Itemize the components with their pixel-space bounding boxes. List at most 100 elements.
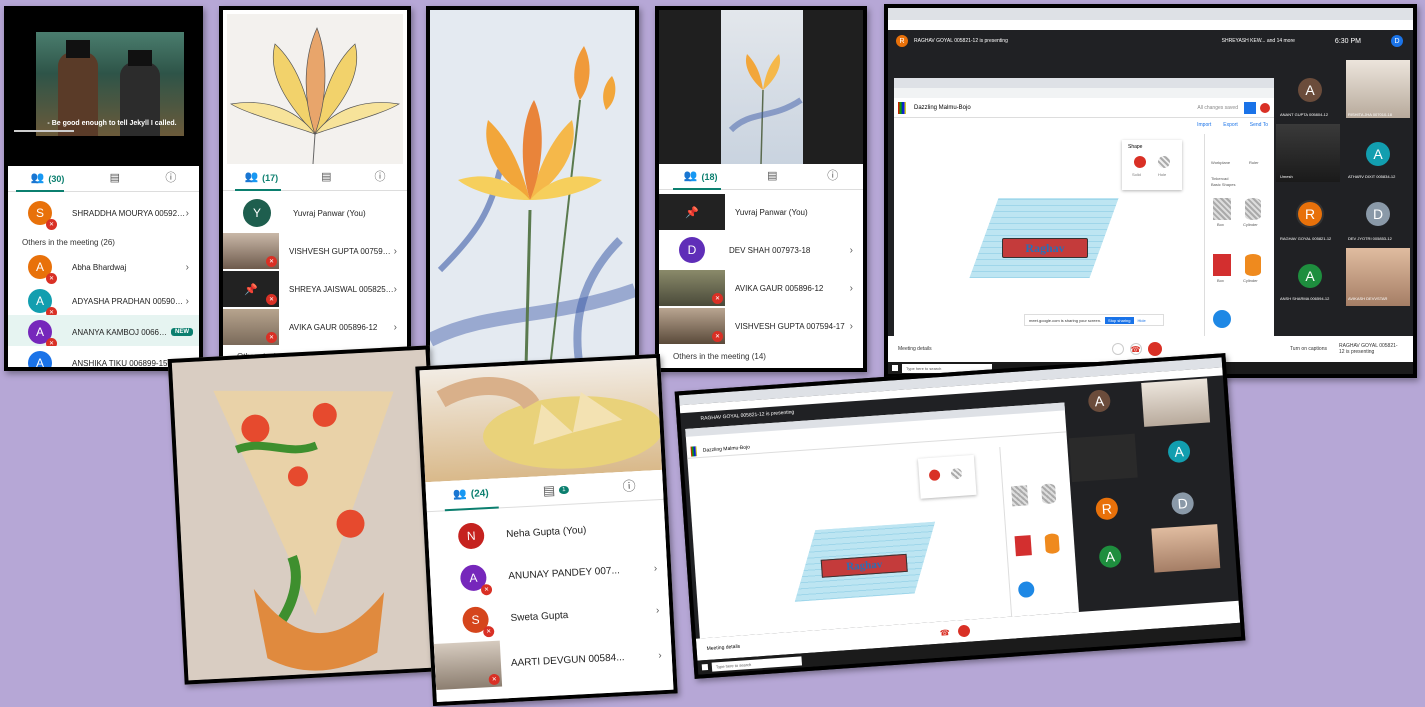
chevron-right-icon[interactable]: › (850, 245, 853, 256)
user-avatar[interactable] (1260, 102, 1270, 113)
participant-row[interactable]: A ✕ Abha Bhardwaj › (8, 250, 199, 284)
tab-people[interactable]: 👥 (24) (453, 488, 489, 501)
camera-off-button[interactable] (957, 624, 971, 638)
participant-tile[interactable]: D (1366, 202, 1390, 226)
windows-start-icon[interactable] (892, 365, 898, 371)
participant-row[interactable]: ✕ VISHVESH GUPTA 007594-17 › (223, 233, 407, 269)
shape-box-hole[interactable] (1011, 485, 1029, 507)
participant-row[interactable]: ✕ AARTI DEVGUN 00584... › (433, 631, 673, 690)
participant-row[interactable]: D DEV SHAH 007973-18 › (659, 232, 863, 268)
avatar: S ✕ (461, 606, 495, 638)
chevron-right-icon[interactable]: › (186, 208, 189, 219)
panel-meet-participants-1: - Be good enough to tell Jekyll I called… (4, 6, 203, 371)
design-title[interactable]: Dazzling Malmu-Bojo (703, 444, 751, 453)
video-progress[interactable] (14, 130, 74, 132)
hole-swatch[interactable] (1158, 156, 1170, 168)
chevron-right-icon[interactable]: › (850, 321, 853, 332)
lotus-sketch-drawing (230, 27, 400, 165)
participant-tile[interactable]: A (1298, 264, 1322, 288)
chevron-right-icon[interactable]: › (186, 296, 189, 307)
chevron-right-icon[interactable]: › (394, 322, 397, 333)
participant-row[interactable]: ✕ AVIKA GAUR 005896-12 › (659, 270, 863, 306)
tinkercad-logo[interactable] (690, 445, 698, 457)
participant-video[interactable] (1346, 60, 1410, 118)
tab-people[interactable]: 👥 (30) (31, 173, 65, 184)
browser-address-bar[interactable] (888, 20, 1413, 30)
shape-cylinder-hole[interactable] (1245, 198, 1261, 220)
participant-tile[interactable]: R (1095, 496, 1119, 521)
shape-cylinder-hole[interactable] (1040, 483, 1057, 505)
chevron-right-icon[interactable]: › (658, 650, 662, 661)
user-avatar[interactable]: D (1391, 35, 1403, 47)
tab-chat[interactable]: ▤ (110, 173, 120, 184)
chevron-right-icon[interactable]: › (394, 284, 397, 295)
tab-info[interactable]: ⓘ (165, 173, 176, 184)
camera-off-button[interactable] (1147, 342, 1162, 356)
shape-sphere[interactable] (1213, 310, 1231, 328)
design-title[interactable]: Dazzling Malmu-Bojo (914, 105, 971, 111)
send-to-button[interactable]: Send To (1250, 122, 1268, 128)
tab-info[interactable]: ⓘ (375, 172, 386, 183)
tab-chat[interactable]: ▤ 1 (542, 483, 569, 498)
participant-tile[interactable]: A (1167, 439, 1191, 464)
shape-cylinder[interactable] (1245, 254, 1261, 276)
video-frame (659, 10, 863, 165)
participant-tile[interactable]: A (1087, 389, 1112, 413)
participant-row[interactable]: S ✕ SHRADDHA MOURYA 005920-... › (8, 196, 199, 230)
grid-view-icon[interactable] (1244, 101, 1256, 114)
avatar: A✕ (28, 289, 57, 318)
participant-tile[interactable]: D (1170, 491, 1195, 516)
hangup-button[interactable]: ☎ (939, 628, 950, 638)
participant-tile[interactable]: A (1366, 142, 1390, 166)
raghav-3d-model[interactable]: Raghav (1002, 238, 1088, 258)
participant-tile[interactable]: A (1298, 78, 1322, 102)
participant-row[interactable]: A ✕ ADYASHA PRADHAN 005907-12 › (8, 284, 199, 318)
participant-row[interactable]: ✕ VISHVESH GUPTA 007594-17 › (659, 308, 863, 344)
shape-box[interactable] (1014, 535, 1032, 557)
participant-row[interactable]: ✕ AVIKA GAUR 005896-12 › (223, 309, 407, 345)
participant-video[interactable] (1068, 433, 1138, 483)
participant-video[interactable] (1141, 378, 1211, 427)
tab-info[interactable]: ⓘ (622, 478, 636, 494)
hide-button[interactable]: Hide (1138, 318, 1146, 323)
participant-row-you[interactable]: Y Yuvraj Panwar (You) (223, 195, 407, 231)
mic-button[interactable] (1111, 343, 1124, 355)
tab-people[interactable]: 👥 (18) (684, 171, 718, 182)
solid-swatch[interactable] (928, 469, 941, 482)
chevron-right-icon[interactable]: › (654, 563, 658, 574)
participant-row[interactable]: A ✕ ANANYA KAMBOJ 006604-14 NEW (8, 315, 199, 349)
tab-chat[interactable]: ▤ (767, 171, 777, 182)
taskbar-search-input[interactable]: Type here to search (711, 655, 803, 672)
presenting-status[interactable]: RAGHAV GOYAL 005821-12 is presenting (1339, 343, 1399, 355)
hole-swatch[interactable] (950, 467, 963, 480)
screenshot-meet-tinkercad: R RAGHAV GOYAL 005821-12 is presenting S… (884, 4, 1417, 378)
solid-swatch[interactable] (1134, 156, 1146, 168)
chevron-right-icon[interactable]: › (394, 246, 397, 257)
shape-sphere[interactable] (1017, 581, 1035, 599)
photo-lotus-painting (426, 6, 639, 372)
import-button[interactable]: Import (1197, 122, 1211, 128)
captions-button[interactable]: Turn on captions (1290, 346, 1327, 352)
participant-row[interactable]: 📌 ✕ SHREYA JAISWAL 005825-12 › (223, 271, 407, 307)
meeting-details-button[interactable]: Meeting details (898, 346, 932, 352)
participant-video[interactable] (1151, 524, 1221, 573)
export-button[interactable]: Export (1223, 122, 1237, 128)
meeting-details-button[interactable]: Meeting details (706, 644, 740, 652)
tinkercad-logo[interactable] (898, 101, 906, 114)
hangup-button[interactable]: ☎ (1129, 343, 1142, 355)
tab-chat[interactable]: ▤ (321, 172, 331, 183)
participant-tile[interactable]: A (1098, 544, 1122, 569)
chevron-right-icon[interactable]: › (186, 262, 189, 273)
shape-cylinder[interactable] (1044, 533, 1060, 555)
participant-row-you[interactable]: 📌 Yuvraj Panwar (You) (659, 194, 863, 230)
save-status: All changes saved (1197, 104, 1238, 111)
stop-sharing-button[interactable]: Stop sharing (1105, 316, 1134, 324)
windows-start-icon[interactable] (701, 663, 709, 671)
participant-tile[interactable]: R (1298, 202, 1322, 226)
chevron-right-icon[interactable]: › (656, 605, 660, 616)
tab-people[interactable]: 👥 (17) (244, 172, 278, 183)
chevron-right-icon[interactable]: › (850, 283, 853, 294)
tab-info[interactable]: ⓘ (827, 171, 838, 182)
shape-box[interactable] (1213, 254, 1231, 276)
shape-box-hole[interactable] (1213, 198, 1231, 220)
